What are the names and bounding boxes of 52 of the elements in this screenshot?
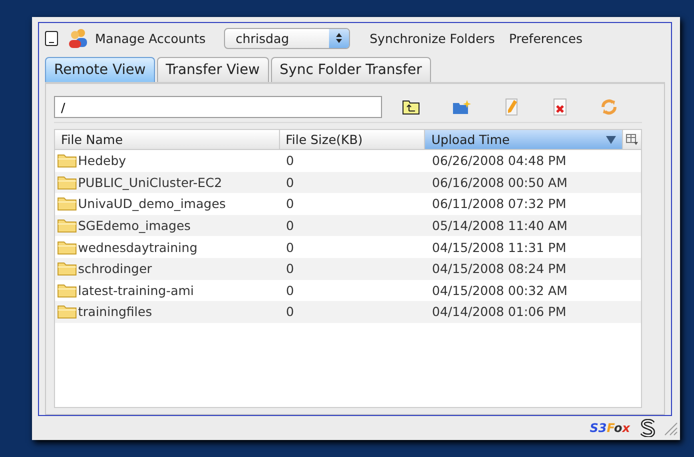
table-cell-text: 0 [285, 303, 295, 322]
table-cell-text: 06/26/2008 04:48 PM [431, 152, 568, 170]
folder-icon [57, 196, 77, 212]
synchronize-folders-button[interactable]: Synchronize Folders [366, 30, 499, 46]
folder-icon [57, 282, 77, 298]
resize-grip-icon[interactable] [662, 420, 678, 436]
delete-file-icon[interactable] [552, 98, 568, 116]
table-cell-text: 0 [285, 174, 295, 192]
table-cell-text: 06/16/2008 00:50 AM [431, 174, 568, 192]
file-name: wednesdaytraining [78, 240, 198, 255]
users-icon [68, 28, 90, 48]
account-dropdown[interactable]: chrisdag [224, 28, 350, 48]
table-cell-text: 0 [285, 238, 295, 257]
path-field[interactable]: / [54, 96, 382, 118]
tab[interactable]: Remote View [45, 57, 155, 82]
file-name: Hedeby [78, 153, 126, 168]
folder-icon [57, 304, 77, 320]
minimize-icon[interactable] [45, 30, 58, 46]
folder-up-icon[interactable] [402, 99, 420, 115]
table-cell-text: 0 [285, 260, 295, 278]
table-cell-text: 04/15/2008 00:32 AM [431, 282, 568, 300]
table-cell-text: 04/15/2008 08:24 PM [431, 260, 568, 278]
s-badge-icon [640, 419, 656, 437]
table-cell-text: 04/15/2008 11:31 PM [431, 238, 568, 257]
preferences-button[interactable]: Preferences [504, 30, 586, 46]
folder-icon [57, 261, 77, 276]
table-cell-text: 0 [285, 152, 295, 170]
column-header[interactable]: File Name [55, 130, 280, 149]
file-name: trainingfiles [78, 304, 152, 320]
folder-icon [57, 174, 77, 190]
file-name: schrodinger [78, 261, 152, 276]
new-folder-icon[interactable] [452, 99, 472, 115]
table-cell-text: 06/11/2008 07:32 PM [431, 195, 568, 214]
folder-icon [57, 240, 77, 255]
manage-accounts-button[interactable]: Manage Accounts [64, 28, 210, 48]
s3fox-logo: S3Fox [590, 421, 630, 435]
stepper-icon [328, 28, 349, 48]
sort-arrow-icon [606, 136, 616, 144]
file-name: SGEdemo_images [78, 218, 191, 234]
file-name: PUBLIC_UniCluster-EC2 [78, 174, 222, 190]
table-cell-text: 05/14/2008 11:40 AM [431, 217, 568, 236]
file-name: latest-training-ami [78, 282, 194, 298]
tab[interactable]: Transfer View [156, 57, 269, 82]
table-cell-text: 0 [285, 282, 295, 300]
file-name: UnivaUD_demo_images [78, 196, 226, 212]
table-cell-text: 0 [285, 195, 295, 214]
table-cell-text: 04/14/2008 01:06 PM [431, 303, 568, 322]
folder-icon [57, 153, 77, 168]
folder-icon [57, 218, 77, 234]
tab[interactable]: Sync Folder Transfer [270, 57, 431, 82]
column-header[interactable]: Upload Time [425, 130, 624, 149]
table-cell-text: 0 [285, 217, 295, 236]
